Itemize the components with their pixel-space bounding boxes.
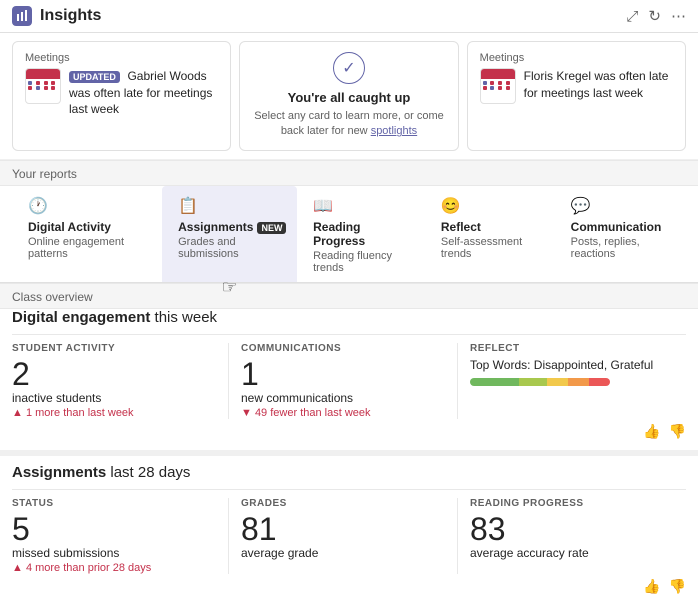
card-1-content: UPDATED Gabriel Woods was often late for… [25, 68, 218, 118]
communication-icon: 💬 [571, 196, 591, 216]
reflect-word-bar [470, 378, 610, 386]
reports-label: Your reports [0, 160, 698, 186]
assignments-feedback: 👍 👎 [12, 574, 686, 595]
communications-block: COMMUNICATIONS 1 new communications ▼ 49… [228, 343, 457, 419]
calendar-icon-1 [25, 68, 61, 104]
engagement-title: Digital engagement this week [12, 309, 686, 326]
tab-communication[interactable]: 💬 Communication Posts, replies, reaction… [555, 186, 686, 282]
thumbs-up-icon[interactable]: 👍 [643, 423, 660, 440]
assignments-grades-block: GRADES 81 average grade [228, 498, 457, 574]
assignments-grades-number: 81 [241, 513, 445, 545]
assignments-title: Assignments last 28 days [12, 464, 686, 481]
assignments-icon: 📋 [178, 196, 198, 216]
refresh-icon[interactable]: ↻ [648, 7, 661, 25]
bar-segment-1 [470, 378, 519, 386]
assignments-metrics: STATUS 5 missed submissions ▲ 4 more tha… [12, 489, 686, 574]
reports-tabs: 🕐 Digital Activity Online engagement pat… [0, 186, 698, 283]
digital-engagement-section: Digital engagement this week STUDENT ACT… [0, 309, 698, 450]
assignments-section: Assignments last 28 days STATUS 5 missed… [0, 450, 698, 601]
class-overview-label: Class overview [0, 283, 698, 309]
bar-segment-5 [589, 378, 610, 386]
communications-number: 1 [241, 358, 445, 390]
assignments-grades-desc: average grade [241, 546, 445, 560]
digital-activity-sub: Online engagement patterns [28, 236, 146, 260]
assignments-reading-label: READING PROGRESS [470, 498, 674, 509]
card-1-section: Meetings [25, 52, 218, 64]
header-left: Insights [12, 6, 101, 26]
communications-change: ▼ 49 fewer than last week [241, 407, 445, 419]
caught-up-title: You're all caught up [288, 90, 411, 105]
assignments-status-desc: missed submissions [12, 546, 216, 560]
engagement-feedback: 👍 👎 [12, 419, 686, 440]
reading-progress-sub: Reading fluency trends [313, 250, 409, 274]
card-3-text: Floris Kregel was often late for meeting… [524, 68, 673, 101]
expand-icon[interactable]: ⤢ [626, 8, 638, 25]
card-3-description: Floris Kregel was often late for meeting… [524, 69, 669, 100]
tab-reading-progress[interactable]: 📖 Reading Progress Reading fluency trend… [297, 186, 425, 282]
assignments-name: AssignmentsNEW [178, 220, 286, 234]
bar-segment-3 [547, 378, 568, 386]
communication-sub: Posts, replies, reactions [571, 236, 670, 260]
student-activity-change: ▲ 1 more than last week [12, 407, 216, 419]
app-icon [12, 6, 32, 26]
card-1-text: UPDATED Gabriel Woods was often late for… [69, 68, 218, 118]
card-1-desc: UPDATED Gabriel Woods was often late for… [69, 68, 218, 118]
assignments-reading-block: READING PROGRESS 83 average accuracy rat… [457, 498, 686, 574]
student-activity-desc: inactive students [12, 391, 216, 405]
tab-reflect[interactable]: 😊 Reflect Self-assessment trends [425, 186, 555, 282]
bar-segment-2 [519, 378, 547, 386]
spotlights-link[interactable]: spotlights [371, 125, 417, 137]
tab-assignments[interactable]: 📋 AssignmentsNEW Grades and submissions … [162, 186, 297, 282]
digital-activity-name: Digital Activity [28, 220, 111, 234]
assignments-sub: Grades and submissions [178, 236, 281, 260]
assignments-thumbs-up-icon[interactable]: 👍 [643, 578, 660, 595]
cursor-indicator: ☞ [222, 277, 238, 298]
app-header: Insights ⤢ ↻ ⋯ [0, 0, 698, 33]
assignments-status-label: STATUS [12, 498, 216, 509]
student-activity-number: 2 [12, 358, 216, 390]
caught-up-desc: Select any card to learn more, or come b… [252, 109, 445, 140]
calendar-icon-3 [480, 68, 516, 104]
spotlight-card-3[interactable]: Meetings Floris Kregel was often late fo… [467, 41, 686, 151]
reading-progress-icon: 📖 [313, 196, 333, 216]
header-actions: ⤢ ↻ ⋯ [626, 7, 686, 25]
assignments-status-number: 5 [12, 513, 216, 545]
reflect-icon: 😊 [441, 196, 461, 216]
reading-progress-name: Reading Progress [313, 220, 409, 248]
student-activity-block: STUDENT ACTIVITY 2 inactive students ▲ 1… [12, 343, 228, 419]
digital-activity-icon: 🕐 [28, 196, 48, 216]
assignments-grades-label: GRADES [241, 498, 445, 509]
communications-label: COMMUNICATIONS [241, 343, 445, 354]
spotlight-cards: Meetings UPDATED Gabriel Woods was often… [12, 41, 686, 151]
card-3-section: Meetings [480, 52, 673, 64]
reflect-block: REFLECT Top Words: Disappointed, Gratefu… [457, 343, 686, 419]
card-3-content: Floris Kregel was often late for meeting… [480, 68, 673, 104]
new-badge: NEW [257, 222, 286, 234]
bar-segment-4 [568, 378, 589, 386]
thumbs-down-icon[interactable]: 👎 [669, 423, 686, 440]
reflect-label: REFLECT [470, 343, 674, 354]
communications-desc: new communications [241, 391, 445, 405]
tab-digital-activity[interactable]: 🕐 Digital Activity Online engagement pat… [12, 186, 162, 282]
assignments-reading-number: 83 [470, 513, 674, 545]
communication-name: Communication [571, 220, 662, 234]
reflect-sub: Self-assessment trends [441, 236, 539, 260]
reflect-top-words: Top Words: Disappointed, Grateful [470, 358, 674, 372]
updated-badge: UPDATED [69, 71, 120, 83]
page-title: Insights [40, 7, 101, 25]
more-icon[interactable]: ⋯ [671, 7, 686, 25]
engagement-metrics: STUDENT ACTIVITY 2 inactive students ▲ 1… [12, 334, 686, 419]
assignments-reading-desc: average accuracy rate [470, 546, 674, 560]
spotlight-card-center: ✓ You're all caught up Select any card t… [239, 41, 458, 151]
assignments-status-block: STATUS 5 missed submissions ▲ 4 more tha… [12, 498, 228, 574]
spotlight-section: Meetings UPDATED Gabriel Woods was often… [0, 33, 698, 160]
spotlight-card-1[interactable]: Meetings UPDATED Gabriel Woods was often… [12, 41, 231, 151]
reflect-name: Reflect [441, 220, 481, 234]
assignments-thumbs-down-icon[interactable]: 👎 [669, 578, 686, 595]
student-activity-label: STUDENT ACTIVITY [12, 343, 216, 354]
checkmark-icon: ✓ [333, 52, 365, 84]
assignments-status-change: ▲ 4 more than prior 28 days [12, 562, 216, 574]
